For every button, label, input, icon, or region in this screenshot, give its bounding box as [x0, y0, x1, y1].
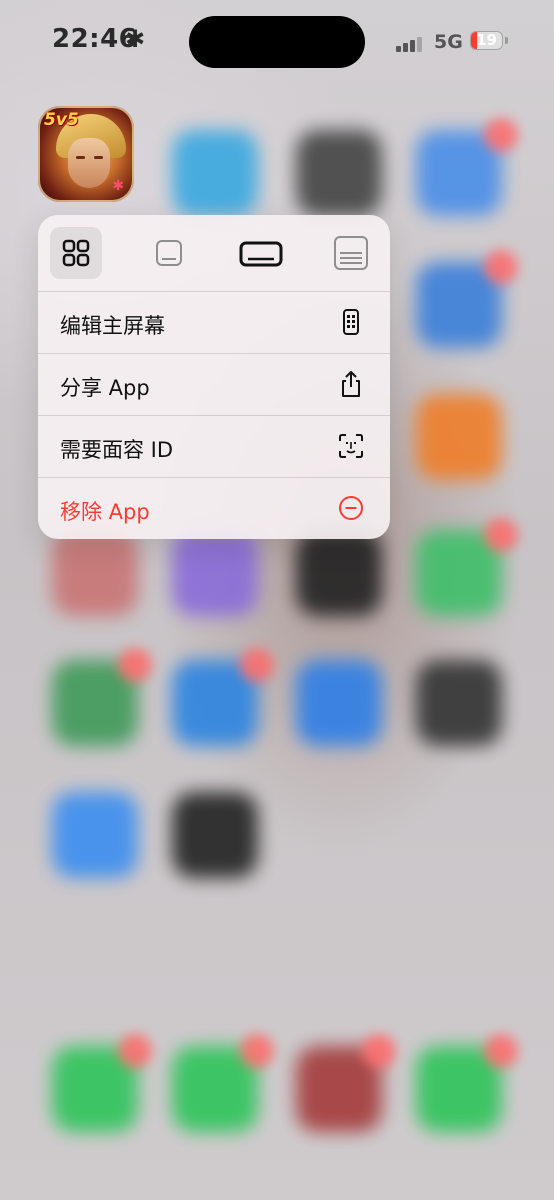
blurred-badge	[484, 518, 518, 552]
blurred-badge	[484, 1034, 518, 1068]
blurred-app-icon	[296, 130, 382, 216]
blurred-app-icon	[52, 792, 138, 878]
blurred-badge	[240, 648, 274, 682]
share-app-item[interactable]: 分享 App	[38, 354, 390, 415]
network-type: 5G	[434, 31, 463, 53]
share-icon	[342, 371, 360, 397]
blurred-app-icon	[416, 394, 502, 480]
app-icon-logo-text: 5v5	[44, 110, 79, 130]
blurred-app-icon	[52, 530, 138, 616]
blurred-app-icon	[172, 130, 258, 216]
blurred-badge	[484, 250, 518, 284]
dynamic-island	[189, 16, 365, 68]
blurred-badge	[484, 118, 518, 152]
app-context-menu: 编辑主屏幕 分享 App 需要面容 ID 移除 App	[38, 215, 390, 539]
app-icon-size-option[interactable]	[50, 227, 102, 279]
medium-widget-icon	[239, 241, 283, 267]
face-id-icon	[339, 434, 363, 458]
blurred-app-icon	[296, 530, 382, 616]
require-face-id-item[interactable]: 需要面容 ID	[38, 416, 390, 477]
blurred-app-icon	[172, 530, 258, 616]
blurred-app-icon	[296, 660, 382, 746]
small-widget-size-option[interactable]	[143, 227, 195, 279]
remove-circle-icon	[339, 496, 363, 520]
large-widget-size-option[interactable]	[325, 227, 377, 279]
blurred-badge	[362, 1034, 396, 1068]
game-hero-icon[interactable]: 5v5 ✱	[38, 106, 134, 202]
menu-item-label: 需要面容 ID	[60, 438, 174, 462]
sparkle-icon: ✱	[112, 178, 124, 194]
blurred-app-icon	[172, 792, 258, 878]
grid-icon	[62, 239, 90, 267]
menu-item-label: 编辑主屏幕	[60, 314, 165, 338]
edit-home-screen-item[interactable]: 编辑主屏幕	[38, 292, 390, 353]
blurred-badge	[118, 648, 152, 682]
blurred-badge	[240, 1034, 274, 1068]
status-bar: 22:46 ✱ 5G 19	[0, 0, 554, 84]
small-widget-icon	[156, 240, 182, 266]
remove-app-item[interactable]: 移除 App	[38, 478, 390, 539]
asterisk-icon: ✱	[125, 25, 146, 53]
medium-widget-size-option[interactable]	[233, 227, 293, 279]
menu-item-label: 移除 App	[60, 500, 150, 524]
battery-tip	[505, 37, 508, 44]
blurred-app-icon	[416, 660, 502, 746]
menu-item-label: 分享 App	[60, 376, 150, 400]
battery-icon: 19	[470, 31, 503, 50]
phone-screen-icon	[343, 309, 359, 335]
cellular-signal-icon	[396, 36, 426, 52]
blurred-badge	[118, 1034, 152, 1068]
widget-size-picker	[38, 215, 390, 291]
battery-percentage: 19	[476, 31, 497, 49]
large-widget-icon	[334, 236, 368, 270]
